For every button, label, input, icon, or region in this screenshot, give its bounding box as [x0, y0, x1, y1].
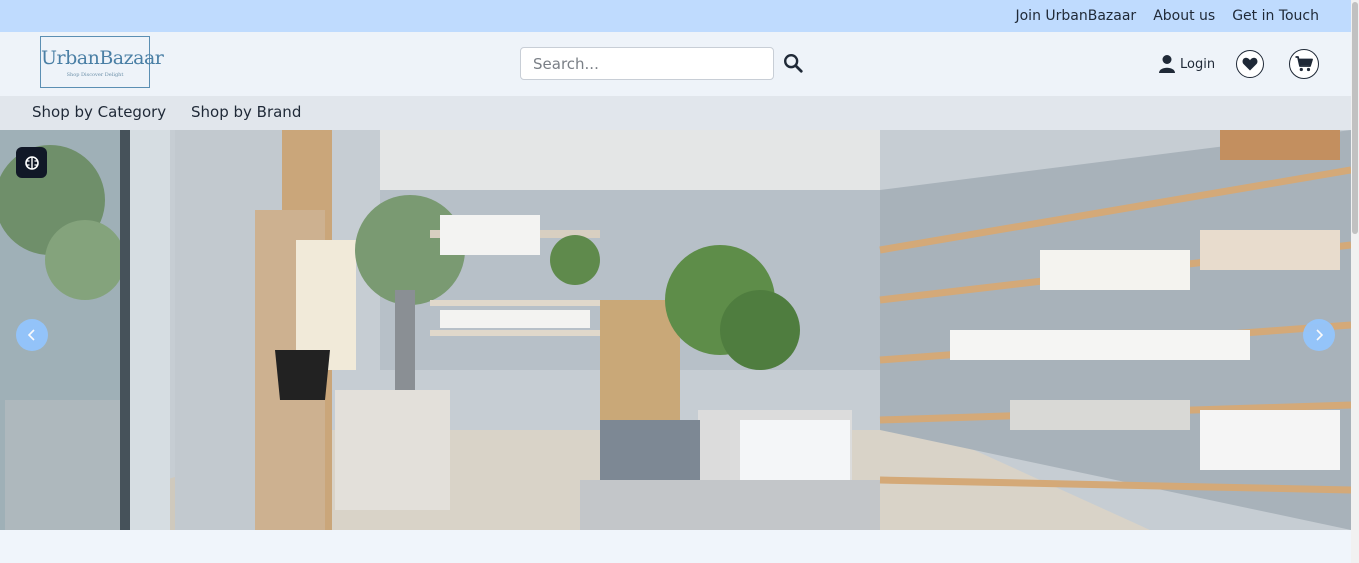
carousel-prev-button[interactable]: [16, 319, 48, 351]
header: UrbanBazaar Shop Discover Delight Login: [0, 32, 1351, 96]
chevron-left-icon: [27, 329, 35, 341]
user-icon: [1159, 55, 1175, 73]
about-link[interactable]: About us: [1153, 8, 1215, 24]
ai-brain-icon: [24, 155, 39, 170]
category-nav: Shop by Category Shop by Brand: [0, 96, 1351, 130]
top-links: Join UrbanBazaar About us Get in Touch: [1015, 0, 1319, 32]
nav-shop-by-category[interactable]: Shop by Category: [32, 96, 166, 130]
nav-shop-by-brand[interactable]: Shop by Brand: [191, 96, 301, 130]
logo-name: UrbanBazaar: [41, 47, 164, 69]
logo-tagline: Shop Discover Delight: [66, 72, 124, 78]
scrollbar-thumb[interactable]: [1352, 2, 1358, 234]
heart-icon: [1242, 57, 1258, 71]
page-scrollbar[interactable]: [1351, 0, 1359, 563]
search-icon[interactable]: [782, 52, 804, 74]
contact-link[interactable]: Get in Touch: [1232, 8, 1319, 24]
ai-assistant-button[interactable]: [16, 147, 47, 178]
wishlist-button[interactable]: [1236, 50, 1264, 78]
login-label: Login: [1180, 56, 1216, 72]
carousel-next-button[interactable]: [1303, 319, 1335, 351]
login-button[interactable]: Login: [1158, 52, 1215, 76]
hero-carousel[interactable]: [0, 130, 1351, 530]
cart-button[interactable]: [1289, 49, 1319, 79]
cart-icon: [1295, 56, 1313, 72]
chevron-right-icon: [1316, 329, 1324, 341]
join-link[interactable]: Join UrbanBazaar: [1015, 8, 1136, 24]
search-input[interactable]: [520, 47, 774, 80]
top-bar: Join UrbanBazaar About us Get in Touch: [0, 0, 1351, 32]
store-interior-image: [0, 130, 1351, 530]
page-content-area: [0, 530, 1351, 563]
logo[interactable]: UrbanBazaar Shop Discover Delight: [40, 36, 164, 88]
